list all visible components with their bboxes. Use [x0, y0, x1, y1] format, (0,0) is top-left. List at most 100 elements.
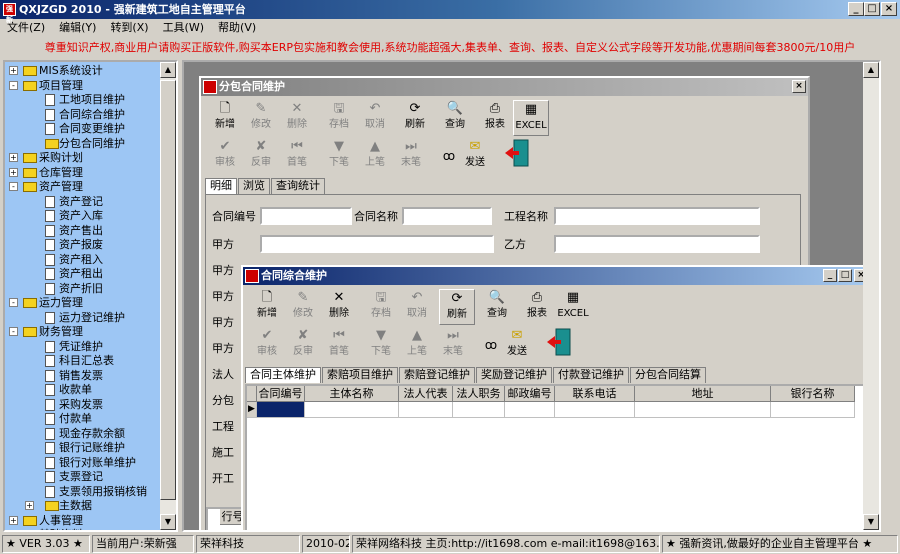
- tree-item[interactable]: 分包合同维护: [5, 137, 155, 151]
- toolbar-button[interactable]: ▦ EXCEL: [513, 100, 549, 136]
- toolbar-button[interactable]: 🗋 新增: [207, 100, 243, 136]
- tree-item[interactable]: 资产折旧: [5, 282, 155, 296]
- tree-item[interactable]: 科目汇总表: [5, 354, 155, 368]
- grid-cell[interactable]: [505, 402, 555, 418]
- tree-item[interactable]: 收款单: [5, 383, 155, 397]
- tree-item[interactable]: 付款单: [5, 412, 155, 426]
- tree-item[interactable]: 资产售出: [5, 224, 155, 238]
- toolbar-button[interactable]: ⏭ 末笔: [393, 138, 429, 174]
- party-a-input[interactable]: [260, 235, 494, 253]
- tree-item[interactable]: + 主数据: [5, 499, 155, 513]
- toolbar-button[interactable]: 🔍 查询: [437, 100, 473, 136]
- scroll-up-icon[interactable]: ▲: [863, 62, 879, 78]
- toolbar-button[interactable]: ✘ 反审: [243, 138, 279, 174]
- line-grid[interactable]: 行号: [206, 507, 246, 530]
- tree-item[interactable]: 资产登记: [5, 195, 155, 209]
- tree-item[interactable]: 采购发票: [5, 398, 155, 412]
- grid-cell[interactable]: [635, 402, 771, 418]
- tree-item[interactable]: 支票登记: [5, 470, 155, 484]
- toolbar-button[interactable]: ▲ 上笔: [357, 138, 393, 174]
- toolbar-button[interactable]: ↶ 取消: [399, 289, 435, 325]
- toolbar-button[interactable]: ⏮ 首笔: [321, 327, 357, 363]
- grid-cell[interactable]: [555, 402, 635, 418]
- contract-no-input[interactable]: [260, 207, 352, 225]
- toolbar-button[interactable]: 🖫 存档: [321, 100, 357, 136]
- expand-icon[interactable]: +: [25, 501, 34, 510]
- tree-item[interactable]: 凭证维护: [5, 340, 155, 354]
- tab[interactable]: 浏览: [238, 178, 270, 194]
- expand-icon[interactable]: +: [9, 515, 18, 525]
- party-b-input[interactable]: [554, 235, 760, 253]
- grid-cell[interactable]: [257, 402, 305, 418]
- grid-column-header[interactable]: 合同编号: [257, 386, 305, 402]
- grid-cell[interactable]: [399, 402, 453, 418]
- tree-item[interactable]: - 财务管理: [5, 325, 155, 339]
- tree-item[interactable]: 工地项目维护: [5, 93, 155, 107]
- toolbar-button[interactable]: ✎ 修改: [243, 100, 279, 136]
- tab[interactable]: 分包合同结算: [630, 367, 706, 383]
- grid-cell[interactable]: [453, 402, 505, 418]
- toolbar-button[interactable]: ▦ EXCEL: [555, 289, 591, 325]
- tree-item[interactable]: + 基础资料: [5, 528, 155, 530]
- grid-column-header[interactable]: 法人代表: [399, 386, 453, 402]
- toolbar-button[interactable]: ✕ 删除: [279, 100, 315, 136]
- tab[interactable]: 明细: [205, 178, 237, 194]
- tree-item[interactable]: 资产租入: [5, 253, 155, 267]
- toolbar-button[interactable]: ⟳ 刷新: [397, 100, 433, 136]
- tab[interactable]: 合同主体维护: [245, 367, 321, 383]
- tree-item[interactable]: 现金存款余额: [5, 427, 155, 441]
- tree-item[interactable]: 运力登记维护: [5, 311, 155, 325]
- toolbar-button[interactable]: ✘ 反审: [285, 327, 321, 363]
- window-contract-titlebar[interactable]: 合同综合维护 _ □ ×: [243, 267, 873, 285]
- tree-item[interactable]: 银行对账单维护: [5, 456, 155, 470]
- tree-item[interactable]: - 项目管理: [5, 79, 155, 93]
- menu-help[interactable]: 帮助(V): [211, 19, 263, 37]
- window-close-button[interactable]: ×: [792, 80, 806, 93]
- tab[interactable]: 索赔项目维护: [322, 367, 398, 383]
- window-subcontract-titlebar[interactable]: 分包合同维护 ×: [201, 78, 808, 96]
- collapse-icon[interactable]: -: [9, 80, 18, 90]
- tree-item[interactable]: 合同变更维护: [5, 122, 155, 136]
- menu-edit[interactable]: 编辑(Y): [52, 19, 103, 37]
- tree-item[interactable]: 合同综合维护: [5, 108, 155, 122]
- scroll-thumb[interactable]: [160, 80, 176, 500]
- send-button[interactable]: ✉ 发送: [499, 327, 535, 363]
- grid-cell[interactable]: [305, 402, 399, 418]
- grid-column-header[interactable]: 联系电话: [555, 386, 635, 402]
- scroll-down-icon[interactable]: ▼: [160, 514, 176, 530]
- exit-door-icon[interactable]: [541, 327, 577, 363]
- mdi-scrollbar[interactable]: ▲ ▼: [863, 62, 879, 530]
- tree-item[interactable]: + 采购计划: [5, 151, 155, 165]
- tab[interactable]: 付款登记维护: [553, 367, 629, 383]
- contract-grid[interactable]: ▶ 合同编号 主体名称 法人代表 法人职务 邮政编号 联系电话 地址 银行名称: [245, 384, 869, 530]
- grid-column-header[interactable]: 银行名称: [771, 386, 855, 402]
- toolbar-button[interactable]: ⟳ 刷新: [439, 289, 475, 325]
- toolbar-button[interactable]: ▼ 下笔: [321, 138, 357, 174]
- toolbar-button[interactable]: 🖫 存档: [363, 289, 399, 325]
- maximize-button[interactable]: □: [864, 2, 880, 16]
- send-button[interactable]: ✉ 发送: [457, 138, 493, 174]
- toolbar-button[interactable]: ↶ 取消: [357, 100, 393, 136]
- minimize-button[interactable]: _: [848, 2, 864, 16]
- exit-door-icon[interactable]: [499, 138, 535, 174]
- tree-item[interactable]: 支票领用报销核销: [5, 485, 155, 499]
- grid-column-header[interactable]: 邮政编号: [505, 386, 555, 402]
- tree-item[interactable]: 资产入库: [5, 209, 155, 223]
- menu-tools[interactable]: 工具(W): [156, 19, 211, 37]
- tree-item[interactable]: - 运力管理: [5, 296, 155, 310]
- toolbar-button[interactable]: ⎙ 报表: [519, 289, 555, 325]
- toolbar-button[interactable]: ✔ 审核: [207, 138, 243, 174]
- close-button[interactable]: ×: [881, 2, 897, 16]
- collapse-icon[interactable]: -: [9, 298, 18, 307]
- scroll-up-icon[interactable]: ▲: [160, 62, 176, 78]
- tree-item[interactable]: 资产报废: [5, 238, 155, 252]
- toolbar-button[interactable]: 🔍 查询: [479, 289, 515, 325]
- toolbar-button[interactable]: 🗋 新增: [249, 289, 285, 325]
- grid-cell[interactable]: [771, 402, 855, 418]
- toolbar-button[interactable]: ▼ 下笔: [363, 327, 399, 363]
- collapse-icon[interactable]: -: [9, 182, 18, 191]
- expand-icon[interactable]: +: [9, 66, 18, 75]
- grid-column-header[interactable]: 地址: [635, 386, 771, 402]
- contract-name-input[interactable]: [402, 207, 492, 225]
- tree-item[interactable]: 销售发票: [5, 369, 155, 383]
